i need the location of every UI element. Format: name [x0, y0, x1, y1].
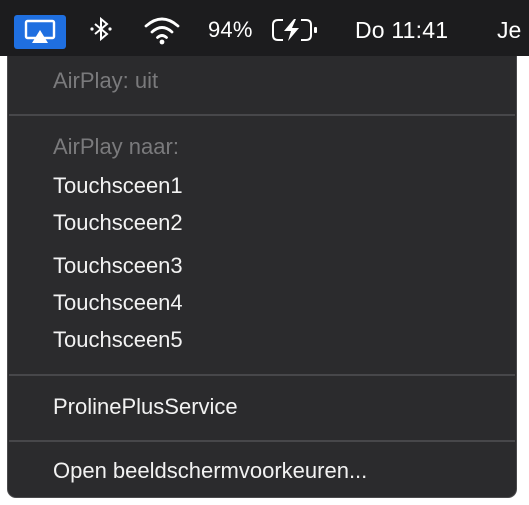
airplay-menu-button[interactable]	[14, 15, 66, 49]
wifi-icon[interactable]	[143, 15, 181, 45]
device-item-touchsceen3[interactable]: Touchsceen3	[53, 252, 183, 280]
bluetooth-icon[interactable]	[88, 16, 114, 42]
battery-percentage: 94%	[208, 17, 253, 42]
device-item-touchsceen4[interactable]: Touchsceen4	[53, 289, 183, 317]
menu-separator	[9, 374, 515, 376]
menu-separator	[9, 114, 515, 116]
device-item-touchsceen2[interactable]: Touchsceen2	[53, 209, 183, 237]
menu-bar-clock[interactable]: Do 11:41	[355, 17, 448, 43]
open-display-preferences-item[interactable]: Open beeldschermvoorkeuren...	[53, 457, 367, 485]
proline-plus-service-item[interactable]: ProlinePlusService	[53, 393, 238, 421]
airplay-to-header: AirPlay naar:	[53, 134, 179, 159]
battery-charging-icon[interactable]	[270, 18, 326, 42]
menu-bar-user[interactable]: Je	[497, 17, 521, 43]
device-item-touchsceen1[interactable]: Touchsceen1	[53, 172, 183, 200]
device-item-touchsceen5[interactable]: Touchsceen5	[53, 326, 183, 354]
airplay-icon	[24, 19, 56, 43]
airplay-dropdown-menu: AirPlay: uit AirPlay naar: Touchsceen1 T…	[7, 56, 517, 498]
menu-bar: 94% Do 11:41 Je	[0, 0, 529, 56]
menu-separator	[9, 440, 515, 442]
airplay-status-label: AirPlay: uit	[53, 68, 159, 93]
